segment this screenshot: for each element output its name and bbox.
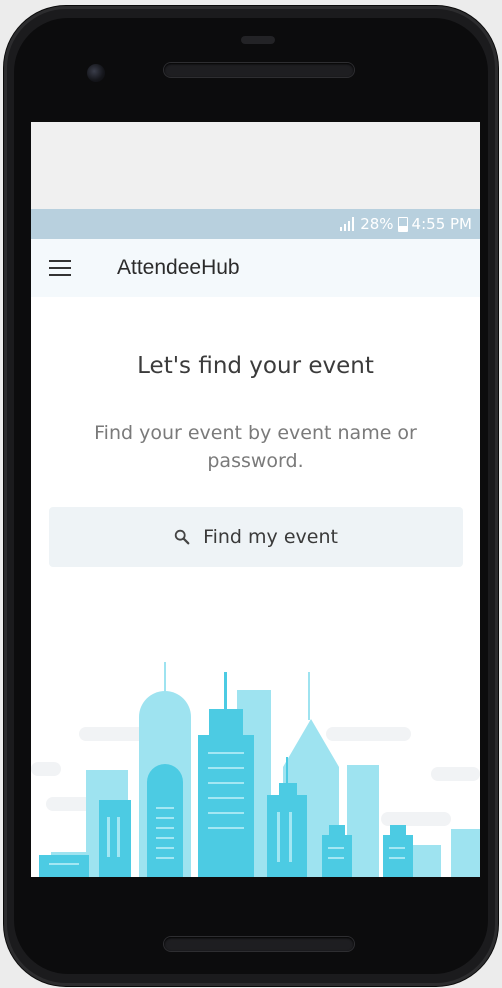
battery-icon	[397, 216, 408, 232]
front-camera	[87, 64, 105, 82]
earpiece-slot	[241, 36, 275, 44]
find-my-event-label: Find my event	[203, 526, 338, 548]
status-time: 4:55 PM	[411, 215, 472, 233]
phone-screen: 28% 4:55 PM AttendeeHub Let's find your …	[31, 122, 480, 877]
search-icon	[174, 529, 190, 545]
city-skyline-illustration	[31, 662, 480, 877]
find-my-event-button[interactable]: Find my event	[48, 507, 463, 567]
battery-percent: 28%	[360, 215, 394, 233]
page-subtext: Find your event by event name or passwor…	[94, 422, 417, 472]
page-heading: Let's find your event	[137, 353, 374, 379]
signal-icon	[340, 217, 355, 231]
notification-shade-area	[31, 122, 480, 209]
app-title: AttendeeHub	[117, 256, 240, 279]
hamburger-menu-icon[interactable]	[49, 260, 71, 276]
app-bar: AttendeeHub	[31, 239, 480, 297]
main-content: Let's find your event Find your event by…	[31, 353, 480, 567]
top-speaker	[164, 63, 354, 77]
status-bar: 28% 4:55 PM	[31, 209, 480, 239]
bottom-speaker	[164, 937, 354, 951]
